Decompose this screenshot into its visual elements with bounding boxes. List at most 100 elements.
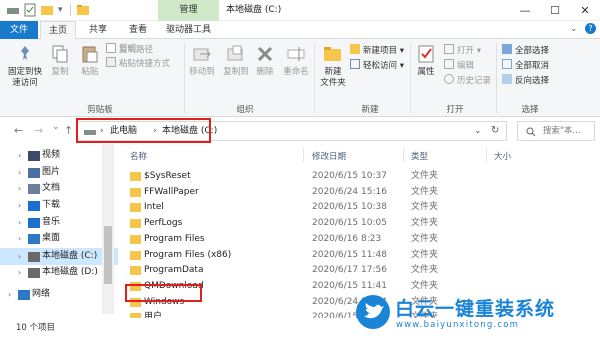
properties-button[interactable]: 属性 (414, 43, 438, 78)
back-button[interactable]: ← (14, 124, 23, 137)
column-type[interactable]: 类型 (411, 150, 428, 162)
forward-button[interactable]: → (34, 124, 43, 137)
navigation-pane-scrollbar[interactable] (102, 144, 114, 314)
file-row[interactable]: PerfLogs 2020/6/15 10:05 文件夹 (118, 216, 600, 231)
tab-share[interactable]: 共享 (80, 21, 116, 39)
tab-file[interactable]: 文件 (0, 21, 38, 39)
column-date[interactable]: 修改日期 (312, 150, 346, 162)
delete-button[interactable]: 删除 (254, 43, 276, 78)
up-button[interactable]: ↑ (64, 124, 73, 137)
new-folder-button[interactable]: 新建 文件夹 (318, 43, 348, 89)
expand-chevron-icon[interactable]: › (18, 248, 21, 265)
copy-button[interactable]: 复制 (46, 43, 74, 78)
tab-home[interactable]: 主页 (40, 21, 76, 40)
history-button[interactable]: 历史记录 (444, 74, 491, 86)
sidebar-item[interactable]: › 本地磁盘 (C:) (0, 248, 118, 265)
ribbon-collapse-icon[interactable]: ⌄ (570, 24, 578, 34)
delete-icon (257, 46, 273, 62)
expand-chevron-icon[interactable]: › (18, 264, 21, 281)
select-all-icon (502, 44, 512, 54)
file-row[interactable]: Program Files (x86) 2020/6/15 11:48 文件夹 (118, 248, 600, 263)
title-divider (70, 4, 71, 16)
scrollbar-thumb[interactable] (104, 226, 112, 284)
new-item-button[interactable]: 新建项目 ▾ (350, 44, 404, 56)
properties-label: 属性 (417, 67, 435, 77)
expand-chevron-icon[interactable]: › (18, 147, 21, 164)
customize-quick-access-arrow[interactable]: ▾ (58, 3, 63, 17)
expand-chevron-icon[interactable]: › (18, 230, 21, 247)
invert-selection-button[interactable]: 反向选择 (502, 74, 549, 86)
file-type: 文件夹 (411, 171, 439, 181)
file-row[interactable]: $SysReset 2020/6/15 10:37 文件夹 (118, 169, 600, 184)
expand-chevron-icon[interactable]: › (8, 286, 11, 303)
file-row[interactable]: FFWallPaper 2020/6/24 15:16 文件夹 (118, 185, 600, 200)
sidebar-item-label: 桌面 (42, 233, 61, 243)
file-row[interactable]: ProgramData 2020/6/17 17:56 文件夹 (118, 263, 600, 278)
expand-chevron-icon[interactable]: › (18, 214, 21, 231)
file-type: 文件夹 (411, 265, 439, 276)
sidebar-item[interactable]: › 视频 (0, 147, 118, 164)
address-bar[interactable]: › 此电脑 › 本地磁盘 (C:) ⌄ ↻ (77, 121, 507, 141)
file-row[interactable]: Program Files 2020/6/16 8:23 文件夹 (118, 232, 600, 247)
sidebar-item[interactable]: › 下载 (0, 197, 118, 214)
properties-quick-icon[interactable] (24, 3, 36, 17)
open-button[interactable]: 打开 ▾ (444, 44, 481, 56)
paste-shortcut-button[interactable]: 粘贴快捷方式 (106, 57, 170, 69)
manage-context-tab[interactable]: 管理 (158, 0, 219, 21)
easy-access-button[interactable]: 轻松访问 ▾ (350, 59, 404, 71)
file-name: PerfLogs (144, 218, 183, 229)
network-icon (18, 290, 30, 300)
watermark-logo: 白云一键重装系统 www.baiyunxitong.com (352, 291, 600, 338)
column-divider[interactable] (303, 148, 304, 162)
easy-access-label: 轻松访问 (363, 61, 398, 71)
copy-path-label: 复制路径 (119, 45, 154, 55)
sidebar-item[interactable]: › 文档 (0, 180, 118, 197)
rename-button[interactable]: 重命名 (280, 43, 312, 78)
select-all-button[interactable]: 全部选择 (502, 44, 549, 56)
column-name[interactable]: 名称 (130, 150, 147, 162)
sidebar-item[interactable]: › 桌面 (0, 230, 118, 247)
expand-chevron-icon[interactable]: › (18, 180, 21, 197)
column-divider[interactable] (403, 148, 404, 162)
select-none-label: 全部取消 (515, 61, 550, 71)
file-name: Program Files (x86) (144, 249, 232, 260)
column-size[interactable]: 大小 (494, 150, 511, 162)
pin-to-quick-access-button[interactable]: 固定到快 速访问 (6, 43, 44, 89)
move-to-button[interactable]: 移动到 (186, 43, 218, 78)
sidebar-item[interactable]: › 音乐 (0, 214, 118, 231)
search-icon (526, 127, 536, 137)
expand-chevron-icon[interactable]: › (18, 164, 21, 181)
tab-view[interactable]: 查看 (120, 21, 156, 39)
column-divider[interactable] (486, 148, 487, 162)
sidebar-item[interactable]: › 网络 (0, 286, 118, 303)
file-type: 文件夹 (411, 202, 439, 213)
file-name: Windows (144, 296, 185, 307)
folder-icon (130, 219, 141, 229)
search-placeholder: 搜索"本... (543, 126, 581, 136)
select-none-button[interactable]: 全部取消 (502, 59, 549, 71)
file-name: Intel (144, 202, 164, 213)
ribbon-tabs: 文件 主页 共享 查看 驱动器工具 ⌄ ? (0, 21, 600, 40)
breadcrumb-local-disk-c[interactable]: 本地磁盘 (C:) (162, 122, 217, 140)
recent-locations-button[interactable]: ⌄ (52, 122, 60, 132)
search-input[interactable]: 搜索"本... (517, 121, 595, 141)
copy-path-button[interactable]: 复制路径 (106, 43, 153, 55)
address-dropdown-icon[interactable]: ⌄ (474, 122, 482, 140)
edit-button[interactable]: 编辑 (444, 59, 474, 71)
tab-drive-tools[interactable]: 驱动器工具 (158, 21, 219, 39)
new-folder-quick-icon[interactable] (40, 3, 54, 17)
expand-chevron-icon[interactable]: › (18, 197, 21, 214)
sidebar-item[interactable]: › 本地磁盘 (D:) (0, 264, 118, 281)
breadcrumb-this-pc[interactable]: 此电脑 (110, 122, 137, 140)
refresh-button[interactable]: ↻ (491, 122, 499, 140)
file-row[interactable]: Intel 2020/6/15 10:38 文件夹 (118, 200, 600, 215)
sidebar-item[interactable]: › 图片 (0, 164, 118, 181)
minimize-button[interactable]: — (510, 0, 540, 21)
close-button[interactable]: ✕ (570, 0, 600, 21)
help-icon[interactable]: ? (585, 23, 596, 34)
drive-icon[interactable] (6, 3, 20, 17)
maximize-button[interactable]: ☐ (540, 0, 570, 21)
paste-button[interactable]: 粘贴 (76, 43, 104, 78)
edit-icon (444, 59, 454, 69)
copy-to-button[interactable]: 复制到 (220, 43, 252, 78)
